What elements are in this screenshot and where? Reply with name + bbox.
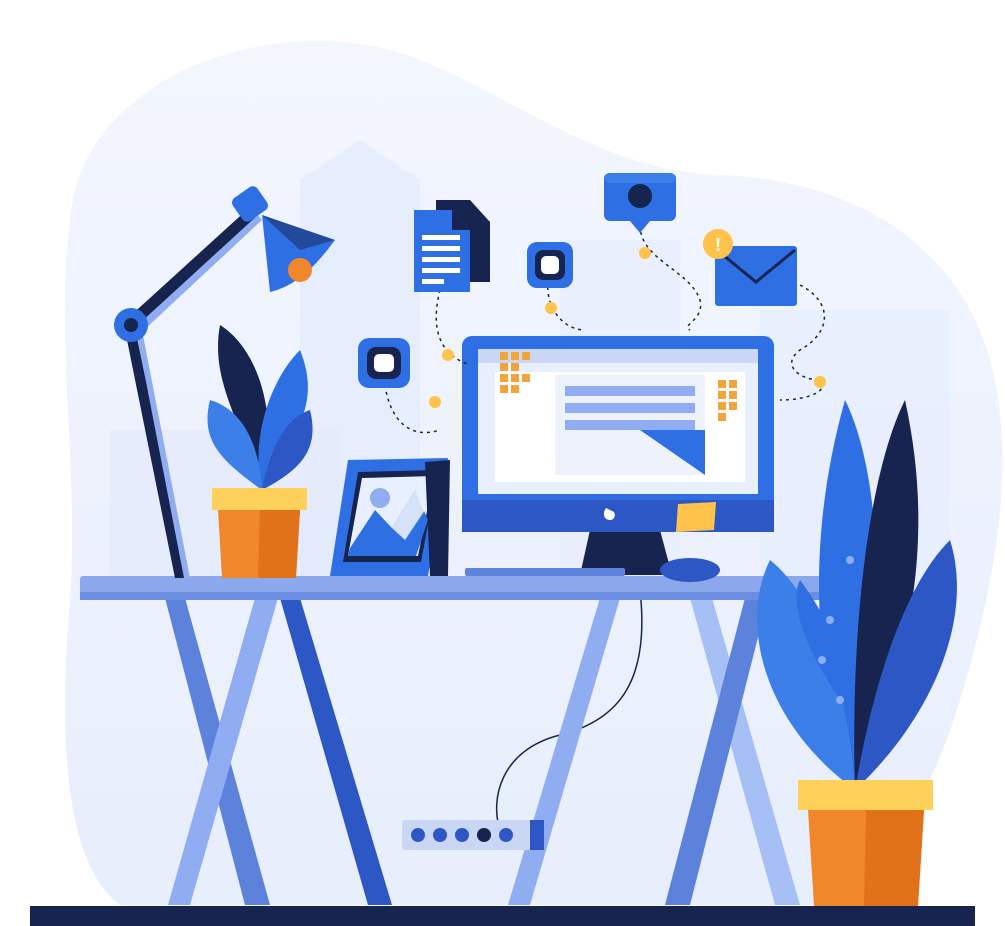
app-square-icon [527, 242, 573, 288]
power-strip-icon [402, 820, 544, 850]
office-desk-illustration: ! [30, 40, 1003, 926]
floor [30, 906, 975, 926]
photo-frame-icon [330, 458, 450, 576]
document-icon [414, 200, 490, 292]
keyboard-icon [465, 568, 625, 576]
notification-badge-text: ! [715, 235, 721, 255]
sticky-note [676, 502, 716, 532]
app-square-icon-left [358, 338, 410, 388]
notification-badge-icon: ! [703, 229, 733, 259]
mouse-icon [660, 558, 720, 582]
